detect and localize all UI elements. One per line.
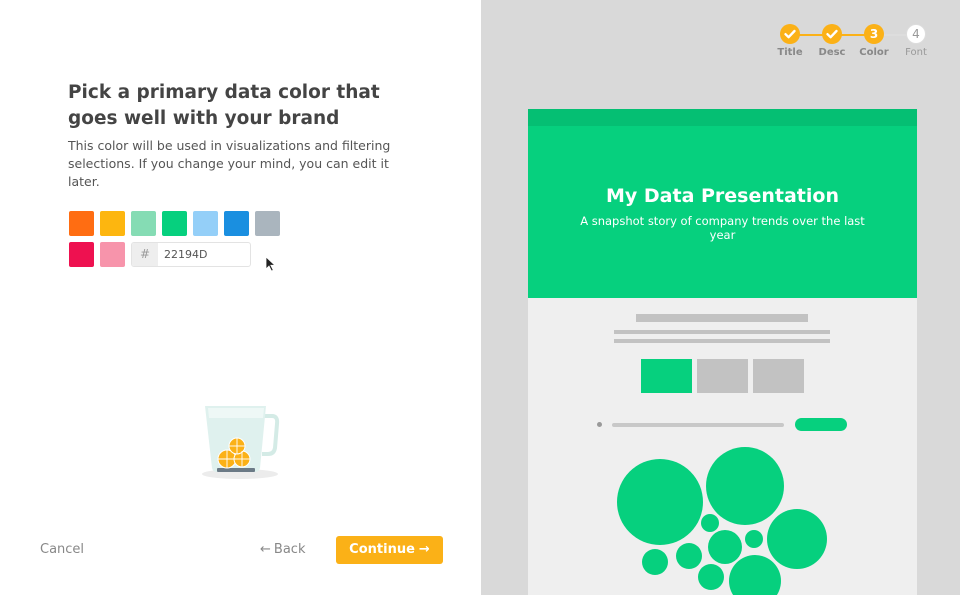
arrow-left-icon: ← [260,542,271,557]
placeholder-tab-active [641,359,692,393]
preview-subtitle: A snapshot story of company trends over … [580,214,865,242]
step-label-font: Font [905,47,927,58]
step-label-title: Title [777,47,803,58]
swatch-light-blue[interactable] [193,211,218,236]
placeholder-pill-button [795,418,847,431]
swatch-green[interactable] [162,211,187,236]
lemonade-cup-illustration [202,406,280,479]
placeholder-bubble-chart [617,447,827,595]
form-description: This color will be used in visualization… [68,138,391,189]
hex-color-field[interactable]: # [131,242,251,267]
arrow-right-icon: → [418,542,430,557]
hex-color-input[interactable] [160,243,248,266]
placeholder-text-line [614,339,830,343]
swatch-gray[interactable] [255,211,280,236]
placeholder-text-line [614,330,830,334]
swatch-mint[interactable] [131,211,156,236]
step-label-desc: Desc [818,47,846,58]
preview-top-bar [528,109,917,126]
swatch-blue[interactable] [224,211,249,236]
hash-prefix: # [132,243,158,266]
preview-panel: 3 4 Title Desc Color Font My Data Presen… [481,0,960,595]
continue-label: Continue [349,542,415,557]
cancel-button[interactable]: Cancel [40,540,84,560]
placeholder-heading-bar [636,314,808,322]
step-label-color: Color [859,47,889,58]
preview-hero [528,126,917,298]
continue-button[interactable]: Continue → [336,536,443,564]
placeholder-tab [697,359,748,393]
step-title-indicator[interactable] [780,24,800,44]
preview-title: My Data Presentation [605,185,839,207]
checkmark-icon [826,29,838,39]
placeholder-tab [753,359,804,393]
progress-stepper: 3 4 Title Desc Color Font [481,0,960,70]
presentation-preview: My Data Presentation A snapshot story of… [528,109,917,595]
step-color-indicator[interactable]: 3 [864,24,884,44]
setup-form-panel: Pick a primary data color that goes well… [0,0,481,595]
swatch-orange[interactable] [69,211,94,236]
swatch-yellow[interactable] [100,211,125,236]
swatch-pink[interactable] [100,242,125,267]
mouse-pointer-icon [265,256,277,272]
checkmark-icon [784,29,796,39]
form-heading: Pick a primary data color that goes well… [68,82,380,129]
placeholder-slider-dot [597,422,602,427]
back-label: Back [273,542,306,557]
swatch-crimson[interactable] [69,242,94,267]
back-button[interactable]: ← Back [260,540,305,560]
step-font-indicator[interactable]: 4 [906,24,926,44]
step-desc-indicator[interactable] [822,24,842,44]
placeholder-slider-track [612,423,784,427]
